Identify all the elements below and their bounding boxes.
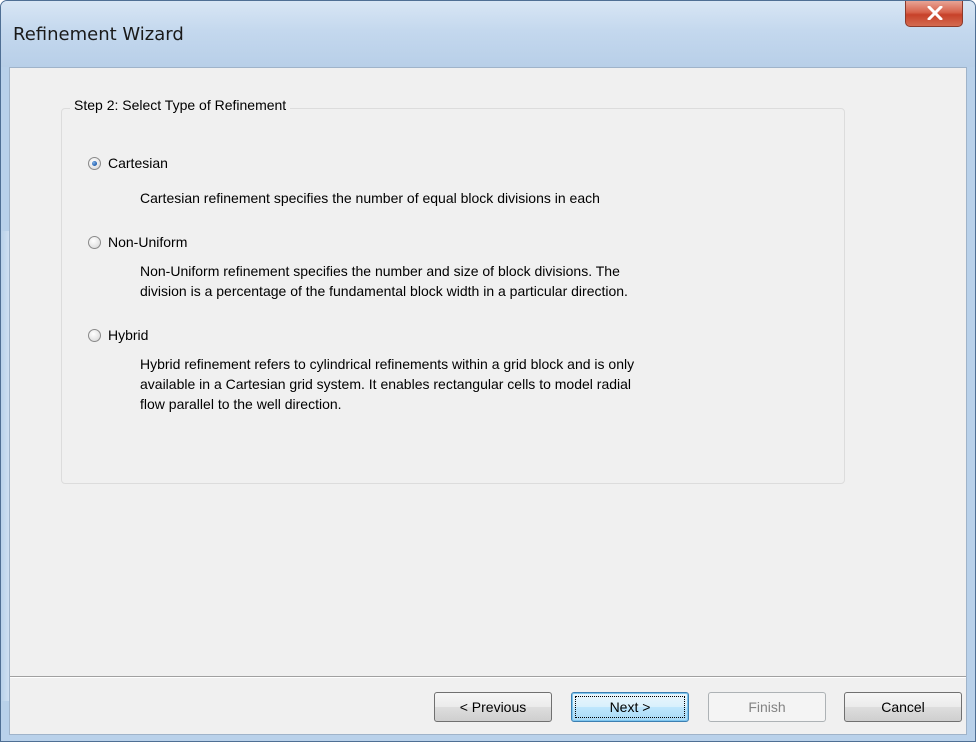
non-uniform-description: Non-Uniform refinement specifies the num…: [140, 263, 628, 299]
finish-button-label: Finish: [748, 699, 786, 715]
close-x-icon: [927, 6, 943, 20]
cancel-button[interactable]: Cancel: [844, 692, 962, 722]
radio-non-uniform[interactable]: Non-Uniform: [88, 232, 187, 252]
radio-non-uniform-label: Non-Uniform: [108, 234, 188, 250]
finish-button[interactable]: Finish: [708, 692, 826, 722]
radio-hybrid-label: Hybrid: [108, 327, 149, 343]
title-bar: Refinement Wizard: [1, 1, 975, 67]
close-button[interactable]: [905, 1, 963, 27]
radio-button-unchecked-icon[interactable]: [88, 328, 101, 342]
window-title: Refinement Wizard: [13, 24, 184, 45]
groupbox-legend: Step 2: Select Type of Refinement: [70, 97, 291, 113]
radio-cartesian-label: Cartesian: [108, 155, 168, 171]
footer-separator: [10, 676, 966, 678]
refinement-wizard-window: Refinement Wizard Step 2: Select Type of…: [0, 0, 976, 742]
radio-button-unchecked-icon[interactable]: [88, 235, 101, 249]
radio-button-checked-icon[interactable]: [88, 156, 101, 170]
cancel-button-label: Cancel: [881, 699, 925, 715]
window-edge-accent: [1, 231, 9, 701]
cartesian-description: Cartesian refinement specifies the numbe…: [140, 190, 600, 206]
radio-cartesian[interactable]: Cartesian: [88, 153, 168, 173]
next-button-label: Next >: [609, 699, 651, 715]
previous-button[interactable]: < Previous: [434, 692, 552, 722]
wizard-client-area: Step 2: Select Type of Refinement Cartes…: [9, 67, 967, 735]
next-button[interactable]: Next >: [571, 692, 689, 722]
radio-hybrid[interactable]: Hybrid: [88, 325, 148, 345]
previous-button-label: < Previous: [459, 699, 527, 715]
hybrid-description: Hybrid refinement refers to cylindrical …: [140, 356, 635, 412]
